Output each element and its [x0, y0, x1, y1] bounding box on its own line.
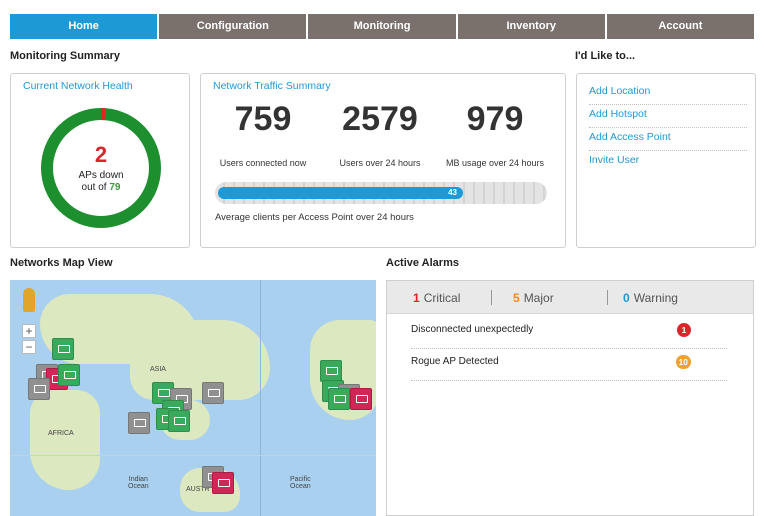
aps-total-count: 79 — [109, 182, 121, 193]
alarm-count-badge: 1 — [677, 323, 691, 337]
date-line — [260, 280, 261, 516]
active-alarms-panel: 1 Critical 5 Major 0 Warning Disconnected u… — [386, 280, 754, 516]
users-connected-value: 759 — [234, 100, 292, 138]
invite-user-link[interactable]: Invite User — [589, 151, 747, 174]
critical-label: Critical — [423, 291, 461, 305]
traffic-summary-panel: Network Traffic Summary 759 Users connec… — [200, 73, 566, 248]
aps-down-label: APs down — [78, 170, 124, 181]
out-of-label: out of — [81, 182, 107, 193]
add-hotspot-link[interactable]: Add Hotspot — [589, 105, 747, 128]
main-nav: Home Configuration Monitoring Inventory … — [10, 14, 755, 39]
critical-count: 1 — [413, 291, 420, 305]
network-health-title: Current Network Health — [23, 80, 133, 92]
map-pin-green[interactable] — [328, 388, 350, 410]
mb-usage-label: MB usage over 24 hours — [445, 158, 545, 168]
network-health-panel: Current Network Health 2 APs down out of… — [10, 73, 190, 248]
map-pin-green[interactable] — [168, 410, 190, 432]
warning-tab[interactable]: 0 Warning — [623, 291, 678, 305]
tab-home[interactable]: Home — [10, 14, 158, 39]
aps-total-line: out of 79 — [39, 182, 163, 193]
users-24h-label: Users over 24 hours — [339, 158, 421, 168]
add-access-point-link[interactable]: Add Access Point — [589, 128, 747, 151]
map-pin-gray[interactable] — [128, 412, 150, 434]
users-24h-value: 2579 — [342, 100, 418, 138]
map-label-indian-ocean: Indian Ocean — [128, 476, 149, 490]
map-pin-gray[interactable] — [202, 382, 224, 404]
critical-tab[interactable]: 1 Critical — [413, 291, 460, 305]
aps-down-count: 2 — [94, 142, 108, 167]
add-location-link[interactable]: Add Location — [589, 82, 747, 105]
warning-label: Warning — [633, 291, 678, 305]
avg-clients-value: 43 — [448, 188, 457, 197]
active-alarms-title: Active Alarms — [386, 257, 459, 269]
networks-map[interactable]: + − ASIA AFRICA Indian Ocean AUSTR Pacif… — [10, 280, 376, 516]
map-label-africa: AFRICA — [48, 430, 74, 437]
land-asia — [130, 320, 270, 400]
map-label-pacific-ocean: Pacific Ocean — [290, 476, 311, 490]
map-view-title: Networks Map View — [10, 257, 113, 269]
map-pin-green[interactable] — [320, 360, 342, 382]
id-like-to-title: I'd Like to... — [575, 50, 636, 62]
alarm-row[interactable]: Rogue AP Detected 10 — [411, 351, 727, 381]
monitoring-summary-title: Monitoring Summary — [10, 50, 121, 62]
major-label: Major — [523, 291, 554, 305]
warning-count: 0 — [623, 291, 630, 305]
alarm-row[interactable]: Disconnected unexpectedly 1 — [411, 319, 727, 349]
avg-clients-label: Average clients per Access Point over 24… — [215, 212, 414, 223]
land-africa — [30, 390, 100, 490]
equator-line — [10, 455, 376, 456]
major-count: 5 — [513, 291, 520, 305]
mb-usage-value: 979 — [466, 100, 524, 138]
tab-separator — [491, 290, 492, 305]
map-pin-green[interactable] — [58, 364, 80, 386]
health-donut-text: 2 APs down out of 79 — [39, 106, 163, 230]
alarm-text: Rogue AP Detected — [411, 356, 499, 367]
tab-account[interactable]: Account — [606, 14, 755, 39]
map-pin-green[interactable] — [52, 338, 74, 360]
map-label-asia: ASIA — [150, 366, 166, 373]
zoom-in-button[interactable]: + — [22, 324, 36, 338]
map-pin-red[interactable] — [350, 388, 372, 410]
map-pin-red[interactable] — [212, 472, 234, 494]
tab-configuration[interactable]: Configuration — [159, 14, 307, 39]
major-tab[interactable]: 5 Major — [513, 291, 554, 305]
alarm-text: Disconnected unexpectedly — [411, 324, 534, 335]
map-pin-gray[interactable] — [28, 378, 50, 400]
alarm-severity-tabs: 1 Critical 5 Major 0 Warning — [387, 281, 753, 314]
tab-separator — [607, 290, 608, 305]
alarm-count-badge: 10 — [675, 355, 691, 369]
zoom-out-button[interactable]: − — [22, 340, 36, 354]
tab-inventory[interactable]: Inventory — [457, 14, 605, 39]
traffic-summary-title: Network Traffic Summary — [213, 80, 331, 92]
avg-clients-bar-fill: 43 — [218, 187, 463, 199]
avg-clients-bar: 43 — [215, 182, 547, 204]
tab-monitoring[interactable]: Monitoring — [308, 14, 456, 39]
street-view-pegman[interactable] — [23, 288, 35, 312]
users-connected-label: Users connected now — [219, 158, 307, 168]
id-like-to-panel: Add Location Add Hotspot Add Access Poin… — [576, 73, 756, 248]
